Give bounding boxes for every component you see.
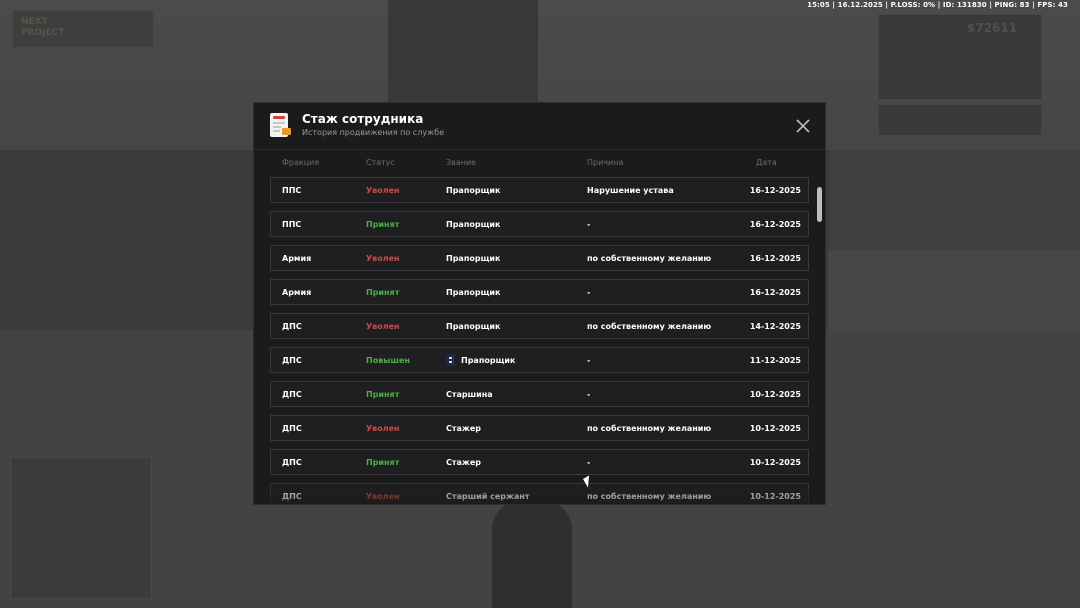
row-rank-label: Прапорщик: [461, 356, 516, 365]
row-faction: ДПС: [282, 492, 302, 501]
row-rank: Прапорщик: [446, 246, 500, 271]
building: [828, 150, 1080, 250]
row-rank-label: Прапорщик: [446, 220, 501, 229]
row-date: 10-12-2025: [749, 492, 801, 501]
row-rank: Стажер: [446, 416, 481, 441]
row-reason: Нарушение устава: [587, 186, 674, 195]
rank-insignia-icon: [446, 353, 455, 366]
player-character: [492, 500, 572, 608]
row-status: Уволен: [366, 492, 400, 501]
row-rank: Прапорщик: [446, 280, 500, 305]
row-rank: Прапорщик: [446, 178, 500, 203]
building: [0, 150, 260, 270]
row-reason: -: [587, 458, 591, 467]
scrollbar-track[interactable]: [816, 185, 822, 495]
row-rank-label: Прапорщик: [446, 186, 501, 195]
status-line: 15:05 | 16.12.2025 | P.LOSS: 0% | ID: 13…: [807, 1, 1068, 9]
hud-secondary-panel: [878, 104, 1042, 136]
row-status: Уволен: [366, 322, 400, 331]
row-rank-label: Стажер: [446, 458, 482, 467]
row-date: 16-12-2025: [749, 186, 801, 195]
modal-title: Стаж сотрудника: [302, 112, 424, 126]
row-reason: -: [587, 390, 591, 399]
row-rank: Прапорщик: [446, 212, 500, 237]
row-reason: по собственному желанию: [587, 424, 712, 433]
minimap: [10, 457, 152, 599]
row-date: 10-12-2025: [749, 390, 801, 399]
row-status: Уволен: [366, 254, 400, 263]
row-rank: Прапорщик: [446, 314, 500, 339]
hud-stats-panel: $72611: [878, 14, 1042, 100]
table-row[interactable]: ППС Принят Прапорщик - 16-12-2025: [270, 211, 809, 237]
table-row[interactable]: ДПС Уволен Прапорщик по собственному желани…: [270, 313, 809, 339]
row-faction: ДПС: [282, 356, 302, 365]
modal-subtitle: История продвижения по службе: [302, 128, 445, 137]
close-icon: [796, 119, 810, 133]
row-reason: -: [587, 220, 591, 229]
row-rank-label: Прапорщик: [446, 254, 501, 263]
row-faction: ППС: [282, 186, 302, 195]
building: [388, 0, 538, 110]
row-rank-label: Прапорщик: [446, 288, 501, 297]
row-date: 10-12-2025: [749, 424, 801, 433]
table-row[interactable]: Армия Уволен Прапорщик по собственному жела…: [270, 245, 809, 271]
row-date: 16-12-2025: [749, 254, 801, 263]
row-faction: ППС: [282, 220, 302, 229]
row-reason: -: [587, 288, 591, 297]
row-rank: Прапорщик: [446, 348, 515, 373]
logo-line-2: PROJECT: [21, 28, 65, 38]
row-rank: Стажер: [446, 450, 481, 475]
row-rank-label: Стажер: [446, 424, 482, 433]
server-logo: NEXT PROJECT: [12, 10, 154, 48]
row-rank-label: Старший сержант: [446, 492, 530, 501]
row-status: Принят: [366, 390, 400, 399]
table-row[interactable]: ДПС Принят Стажер - 10-12-2025: [270, 449, 809, 475]
row-date: 14-12-2025: [749, 322, 801, 331]
hud-money: $72611: [967, 21, 1018, 35]
row-status: Принят: [366, 220, 400, 229]
scrollbar-thumb[interactable]: [817, 187, 822, 222]
building: [828, 250, 1080, 330]
column-header-status: Статус: [366, 158, 395, 167]
service-record-modal: Стаж сотрудника История продвижения по с…: [253, 102, 826, 505]
row-reason: по собственному желанию: [587, 322, 712, 331]
row-reason: по собственному желанию: [587, 254, 712, 263]
row-faction: ДПС: [282, 390, 302, 399]
modal-header: Стаж сотрудника История продвижения по с…: [254, 103, 825, 150]
row-faction: ДПС: [282, 424, 302, 433]
table-row[interactable]: ППС Уволен Прапорщик Нарушение устава 16-12-…: [270, 177, 809, 203]
table-row[interactable]: Армия Принят Прапорщик - 16-12-2025: [270, 279, 809, 305]
row-date: 11-12-2025: [749, 356, 801, 365]
logo-line-1: NEXT: [21, 17, 48, 27]
row-faction: Армия: [282, 288, 312, 297]
row-status: Принят: [366, 288, 400, 297]
row-status: Повышен: [366, 356, 410, 365]
row-rank: Старшина: [446, 382, 493, 407]
row-faction: ДПС: [282, 458, 302, 467]
column-header-faction: Фракция: [282, 158, 320, 167]
table-row[interactable]: ДПС Повышен Прапорщик - 11-12-2025: [270, 347, 809, 373]
column-header-rank: Звание: [446, 158, 477, 167]
column-header-reason: Причина: [587, 158, 624, 167]
document-icon: [270, 113, 291, 137]
row-status: Уволен: [366, 424, 400, 433]
row-date: 16-12-2025: [749, 220, 801, 229]
row-faction: ДПС: [282, 322, 302, 331]
row-status: Уволен: [366, 186, 400, 195]
row-status: Принят: [366, 458, 400, 467]
row-rank-label: Прапорщик: [446, 322, 501, 331]
column-header-date: Дата: [756, 158, 777, 167]
row-reason: по собственному желанию: [587, 492, 712, 501]
table-row[interactable]: ДПС Уволен Стажер по собственному желанию 10…: [270, 415, 809, 441]
row-faction: Армия: [282, 254, 312, 263]
row-date: 10-12-2025: [749, 458, 801, 467]
row-rank-label: Старшина: [446, 390, 493, 399]
close-button[interactable]: [794, 117, 812, 135]
row-rank: Старший сержант: [446, 484, 530, 503]
row-date: 16-12-2025: [749, 288, 801, 297]
service-record-list[interactable]: ППС Уволен Прапорщик Нарушение устава 16-12-…: [270, 177, 810, 503]
table-row[interactable]: ДПС Принят Старшина - 10-12-2025: [270, 381, 809, 407]
table-row[interactable]: ДПС Уволен Старший сержант по собственному …: [270, 483, 809, 503]
row-reason: -: [587, 356, 591, 365]
